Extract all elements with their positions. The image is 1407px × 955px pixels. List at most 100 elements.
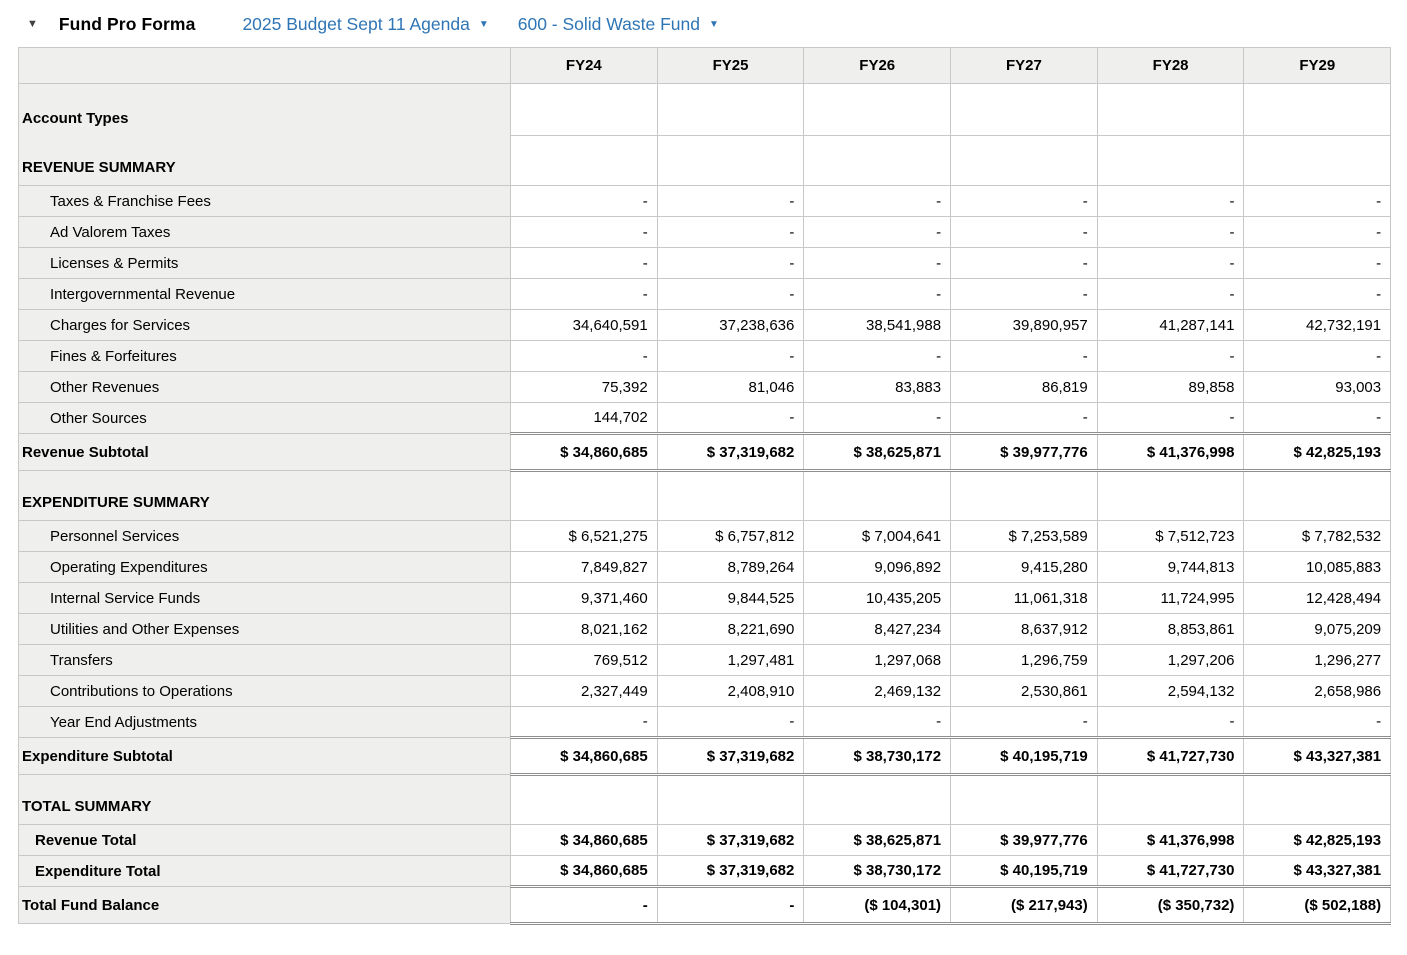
table-row: EXPENDITURE SUMMARY	[18, 470, 1392, 521]
cell-value: -	[656, 402, 805, 434]
cell-value: 2,469,132	[803, 675, 952, 707]
column-header: FY29	[1243, 47, 1392, 84]
row-label: Revenue Total	[18, 824, 511, 856]
cell-value: $ 38,730,172	[803, 855, 952, 887]
cell-value: 8,637,912	[950, 613, 1098, 645]
cell-value	[510, 135, 658, 186]
cell-value: 10,435,205	[803, 582, 952, 614]
cell-value: -	[1243, 340, 1392, 372]
cell-value	[510, 470, 658, 521]
cell-value: $ 42,825,193	[1243, 432, 1392, 472]
table-row: Utilities and Other Expenses 8,021,162 8,2…	[18, 613, 1392, 645]
collapse-caret-icon[interactable]: ▼	[27, 18, 38, 30]
cell-value: -	[1096, 247, 1245, 279]
cell-value	[803, 470, 952, 521]
cell-value: 8,221,690	[656, 613, 805, 645]
row-label: Utilities and Other Expenses	[18, 613, 511, 645]
cell-value: $ 41,376,998	[1096, 432, 1245, 472]
cell-value: -	[510, 278, 658, 310]
cell-value: 9,371,460	[510, 582, 658, 614]
row-label: Revenue Subtotal	[18, 433, 511, 471]
cell-value	[803, 135, 952, 186]
cell-value: -	[803, 278, 952, 310]
table-row: Transfers 769,512 1,297,481 1,297,068 1,296,…	[18, 644, 1392, 676]
cell-value	[656, 83, 805, 136]
cell-value: -	[656, 247, 805, 279]
column-header-row: FY24 FY25 FY26 FY27 FY28 FY29	[18, 47, 1392, 84]
column-header: FY24	[510, 47, 658, 84]
fund-dropdown[interactable]: 600 - Solid Waste Fund ▼	[518, 14, 719, 35]
cell-value: 1,297,206	[1096, 644, 1245, 676]
cell-value	[656, 470, 805, 521]
row-label: Taxes & Franchise Fees	[18, 185, 511, 217]
cell-value	[1096, 774, 1245, 825]
fund-dropdown-label: 600 - Solid Waste Fund	[517, 13, 700, 34]
cell-value: 7,849,827	[510, 551, 658, 583]
cell-value: 2,327,449	[510, 675, 658, 707]
cell-value: -	[950, 185, 1098, 217]
cell-value: -	[1096, 706, 1245, 738]
cell-value: $ 7,782,532	[1243, 520, 1392, 552]
column-header: FY25	[656, 47, 805, 84]
cell-value: -	[1096, 402, 1245, 434]
cell-value	[1096, 135, 1245, 186]
cell-value: $ 41,376,998	[1096, 824, 1245, 856]
table-row: Expenditure Total $ 34,860,685 $ 37,319,68…	[18, 855, 1392, 887]
cell-value: -	[1243, 402, 1392, 434]
row-label: Fines & Forfeitures	[18, 340, 511, 372]
cell-value	[510, 774, 658, 825]
cell-value: 38,541,988	[803, 309, 952, 341]
cell-value: $ 43,327,381	[1243, 736, 1392, 776]
budget-dropdown[interactable]: 2025 Budget Sept 11 Agenda ▼	[242, 14, 488, 35]
cell-value: $ 37,319,682	[656, 432, 805, 472]
cell-value: $ 41,727,730	[1096, 855, 1245, 887]
cell-value: $ 38,625,871	[803, 432, 952, 472]
cell-value: -	[1096, 278, 1245, 310]
cell-value	[950, 83, 1098, 136]
cell-value	[950, 774, 1098, 825]
cell-value: -	[1096, 340, 1245, 372]
cell-value: ($ 350,732)	[1096, 885, 1245, 925]
cell-value: 9,075,209	[1243, 613, 1392, 645]
cell-value	[1243, 470, 1392, 521]
cell-value: -	[1243, 706, 1392, 738]
cell-value: 41,287,141	[1096, 309, 1245, 341]
cell-value: 11,061,318	[950, 582, 1098, 614]
table-row: Revenue Subtotal $ 34,860,685 $ 37,319,682…	[18, 432, 1392, 472]
cell-value: 75,392	[510, 371, 658, 403]
cell-value: 8,789,264	[656, 551, 805, 583]
cell-value	[803, 774, 952, 825]
cell-value: $ 37,319,682	[656, 855, 805, 887]
chevron-down-icon: ▼	[478, 19, 489, 30]
cell-value: 2,594,132	[1096, 675, 1245, 707]
cell-value: -	[656, 185, 805, 217]
row-label: Transfers	[18, 644, 511, 676]
cell-value: 144,702	[510, 402, 658, 434]
cell-value	[803, 83, 952, 136]
cell-value: -	[510, 340, 658, 372]
cell-value: $ 39,977,776	[950, 432, 1098, 472]
column-header: FY26	[803, 47, 952, 84]
table-row: REVENUE SUMMARY	[18, 135, 1392, 186]
cell-value: 12,428,494	[1243, 582, 1392, 614]
cell-value: $ 41,727,730	[1096, 736, 1245, 776]
cell-value: 9,096,892	[803, 551, 952, 583]
cell-value	[656, 774, 805, 825]
cell-value: $ 37,319,682	[656, 824, 805, 856]
cell-value: -	[1243, 278, 1392, 310]
row-label: Other Revenues	[18, 371, 511, 403]
cell-value	[1096, 470, 1245, 521]
cell-value: $ 7,253,589	[950, 520, 1098, 552]
cell-value: $ 39,977,776	[950, 824, 1098, 856]
cell-value: $ 7,004,641	[803, 520, 952, 552]
cell-value: -	[803, 216, 952, 248]
cell-value: 8,427,234	[803, 613, 952, 645]
table-row: Personnel Services $ 6,521,275 $ 6,757,812…	[18, 520, 1392, 552]
cell-value: 42,732,191	[1243, 309, 1392, 341]
cell-value: $ 38,730,172	[803, 736, 952, 776]
cell-value: 2,658,986	[1243, 675, 1392, 707]
cell-value: 81,046	[656, 371, 805, 403]
table-row: Account Types	[18, 83, 1392, 136]
cell-value: -	[510, 885, 658, 925]
cell-value: -	[656, 706, 805, 738]
